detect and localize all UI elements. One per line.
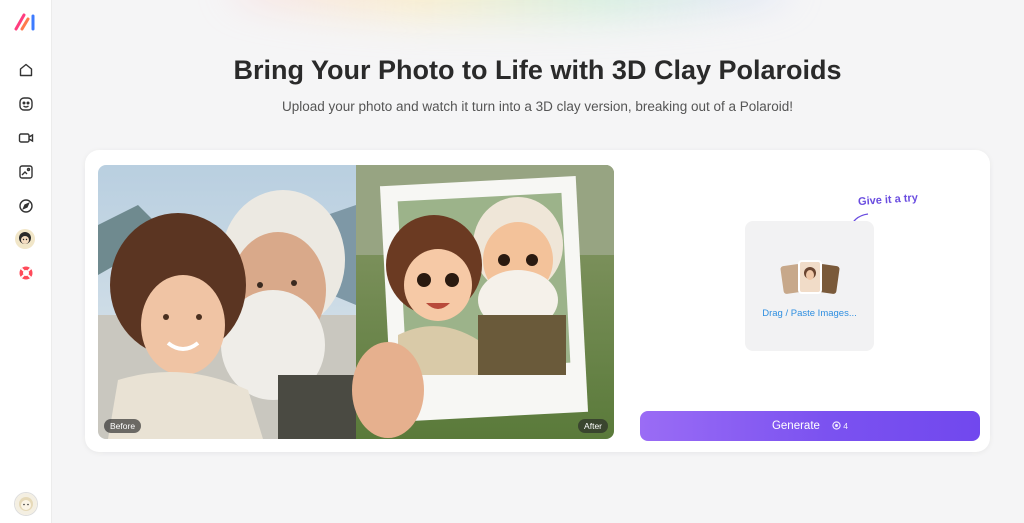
- sidebar-item-image-edit[interactable]: [16, 162, 36, 182]
- sidebar-item-explore[interactable]: [16, 196, 36, 216]
- before-tag: Before: [104, 419, 142, 433]
- app-logo[interactable]: [14, 12, 38, 32]
- user-avatar[interactable]: [14, 492, 38, 516]
- compass-icon: [19, 199, 33, 213]
- comparison-image: [98, 165, 614, 439]
- avatar-icon: [15, 229, 35, 249]
- before-after-comparison[interactable]: Before After: [98, 165, 614, 439]
- generate-label: Generate: [771, 420, 820, 432]
- sidebar-item-avatar[interactable]: [15, 229, 35, 249]
- sidebar: [0, 0, 52, 523]
- credit-cost-value: 4: [843, 421, 849, 431]
- home-icon: [19, 63, 33, 77]
- generate-button[interactable]: Generate 4: [640, 411, 980, 441]
- drop-label: Drag / Paste Images...: [762, 308, 857, 319]
- image-edit-icon: [19, 165, 33, 179]
- page-title: Bring Your Photo to Life with 3D Clay Po…: [233, 55, 842, 85]
- face-icon: [19, 97, 33, 111]
- sidebar-item-face[interactable]: [16, 94, 36, 114]
- video-icon: [18, 133, 34, 143]
- sample-photos-icon: [780, 260, 840, 294]
- sidebar-item-help[interactable]: [16, 263, 36, 283]
- sidebar-item-video[interactable]: [16, 128, 36, 148]
- user-avatar-icon: [15, 493, 37, 515]
- lifebuoy-icon: [19, 266, 33, 280]
- page-subtitle: Upload your photo and watch it turn into…: [281, 99, 794, 114]
- credit-cost: 4: [832, 421, 848, 431]
- image-dropzone[interactable]: Drag / Paste Images...: [745, 221, 874, 351]
- credit-icon: [832, 421, 841, 430]
- top-gradient-glow: [230, 0, 790, 20]
- sidebar-item-home[interactable]: [16, 60, 36, 80]
- after-tag: After: [578, 419, 608, 433]
